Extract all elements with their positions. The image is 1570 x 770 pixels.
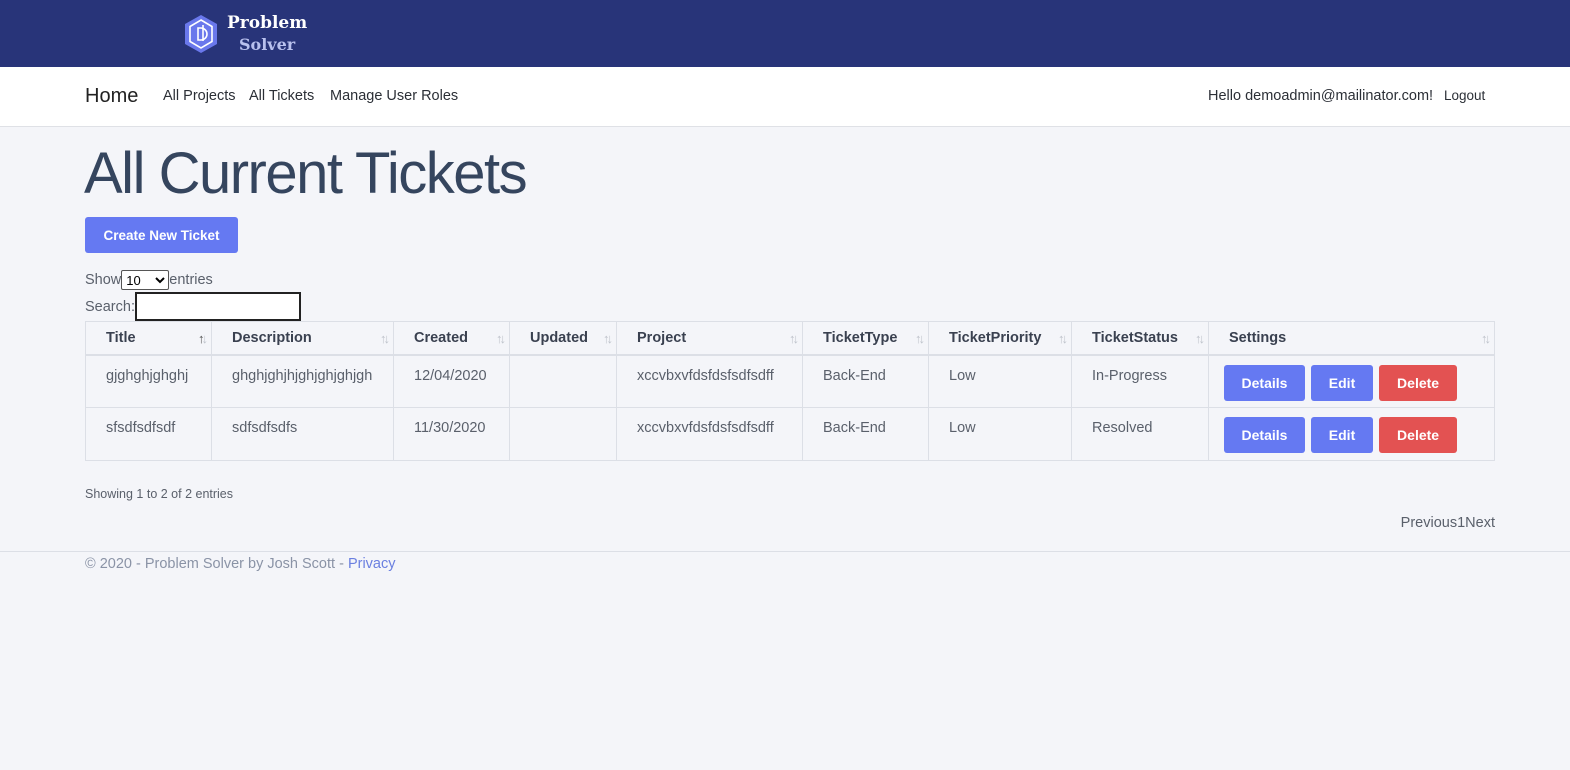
user-greeting-link[interactable]: Hello demoadmin@mailinator.com! <box>1208 88 1433 104</box>
cell-project: xccvbxvfdsfdsfsdfsdff <box>616 354 803 408</box>
sort-icon: ↑↓ <box>603 331 613 346</box>
brand-name: Problem Solver <box>227 12 307 56</box>
cell-created: 11/30/2020 <box>393 407 510 461</box>
cell-settings: Details Edit Delete <box>1208 407 1495 461</box>
details-button[interactable]: Details <box>1224 364 1305 401</box>
logout-button[interactable]: Logout <box>1444 88 1485 103</box>
cell-status: Resolved <box>1071 407 1209 461</box>
brand-logo[interactable]: Problem Solver <box>183 12 307 56</box>
column-header-ticketpriority[interactable]: TicketPriority ↑↓ <box>928 321 1072 356</box>
nav-all-projects-link[interactable]: All Projects <box>163 88 236 104</box>
column-header-project[interactable]: Project ↑↓ <box>616 321 803 356</box>
footer-divider <box>0 551 1570 552</box>
pagination-previous-button[interactable]: Previous <box>1401 515 1457 531</box>
pagination-page-1-button[interactable]: 1 <box>1457 515 1465 531</box>
search-label: Search: <box>85 298 135 315</box>
entries-select[interactable]: 10 <box>121 270 170 290</box>
navigation-bar: Home All Projects All Tickets Manage Use… <box>0 67 1570 127</box>
cell-project: xccvbxvfdsfdsfsdfsdff <box>616 407 803 461</box>
cell-type: Back-End <box>802 407 929 461</box>
cell-title: gjghghjghghj <box>85 354 212 408</box>
delete-button[interactable]: Delete <box>1379 364 1458 401</box>
cell-settings: Details Edit Delete <box>1208 354 1495 408</box>
tickets-table: Title ↑↓ Description ↑↓ Created ↑↓ Updated ↑… <box>85 321 1495 461</box>
sort-icon: ↑↓ <box>1058 331 1068 346</box>
sort-icon: ↑↓ <box>1481 331 1491 346</box>
table-search-input[interactable] <box>134 292 301 321</box>
edit-button[interactable]: Edit <box>1311 417 1374 453</box>
sort-icon: ↑↓ <box>915 331 925 346</box>
delete-button[interactable]: Delete <box>1379 417 1458 453</box>
table-row: sfsdfsdfsdf sdfsdfsdfs 11/30/2020 xccvbx… <box>85 407 1495 461</box>
cell-type: Back-End <box>802 354 929 408</box>
cell-description: ghghjghjhjghjghjghjgh <box>211 354 394 408</box>
table-header-row: Title ↑↓ Description ↑↓ Created ↑↓ Updated ↑… <box>85 321 1495 356</box>
cell-updated <box>509 407 617 461</box>
pagination: Previous 1 Next <box>1401 515 1495 531</box>
column-header-title[interactable]: Title ↑↓ <box>85 321 212 356</box>
entries-length-control: Show 10 entries <box>85 270 213 290</box>
cell-priority: Low <box>928 354 1072 408</box>
show-label: Show <box>85 272 122 288</box>
table-row: gjghghjghghj ghghjghjhjghjghjghjgh 12/04… <box>85 354 1495 408</box>
cell-description: sdfsdfsdfs <box>211 407 394 461</box>
cell-priority: Low <box>928 407 1072 461</box>
brand-line2: Solver <box>239 35 296 54</box>
sort-icon: ↑↓ <box>496 331 506 346</box>
cell-title: sfsdfsdfsdf <box>85 407 212 461</box>
sort-icon: ↑↓ <box>380 331 390 346</box>
details-button[interactable]: Details <box>1224 417 1305 453</box>
column-header-tickettype[interactable]: TicketType ↑↓ <box>802 321 929 356</box>
privacy-link[interactable]: Privacy <box>348 556 396 572</box>
cell-created: 12/04/2020 <box>393 354 510 408</box>
column-header-created[interactable]: Created ↑↓ <box>393 321 510 356</box>
footer: © 2020 - Problem Solver by Josh Scott - … <box>85 556 395 572</box>
cell-updated <box>509 354 617 408</box>
sort-icon: ↑↓ <box>1195 331 1205 346</box>
cell-status: In-Progress <box>1071 354 1209 408</box>
table-search-control: Search: <box>85 292 301 321</box>
sort-icon: ↑↓ <box>789 331 799 346</box>
hexagon-d-logo-icon <box>185 15 217 53</box>
footer-copyright: © 2020 - Problem Solver by Josh Scott - <box>85 556 348 572</box>
nav-home-link[interactable]: Home <box>85 85 138 108</box>
column-header-updated[interactable]: Updated ↑↓ <box>509 321 617 356</box>
table-info-text: Showing 1 to 2 of 2 entries <box>85 487 234 501</box>
create-new-ticket-button[interactable]: Create New Ticket <box>85 217 238 253</box>
brand-line1: Problem <box>227 13 308 33</box>
sort-icon: ↑↓ <box>198 331 208 346</box>
column-header-description[interactable]: Description ↑↓ <box>211 321 394 356</box>
pagination-next-button[interactable]: Next <box>1465 515 1495 531</box>
entries-label: entries <box>169 272 213 288</box>
top-header-bar: Problem Solver <box>0 0 1570 67</box>
nav-all-tickets-link[interactable]: All Tickets <box>249 88 314 104</box>
nav-manage-user-roles-link[interactable]: Manage User Roles <box>330 88 458 104</box>
page-title: All Current Tickets <box>84 141 528 206</box>
edit-button[interactable]: Edit <box>1311 364 1374 401</box>
column-header-ticketstatus[interactable]: TicketStatus ↑↓ <box>1071 321 1209 356</box>
column-header-settings[interactable]: Settings ↑↓ <box>1208 321 1495 356</box>
